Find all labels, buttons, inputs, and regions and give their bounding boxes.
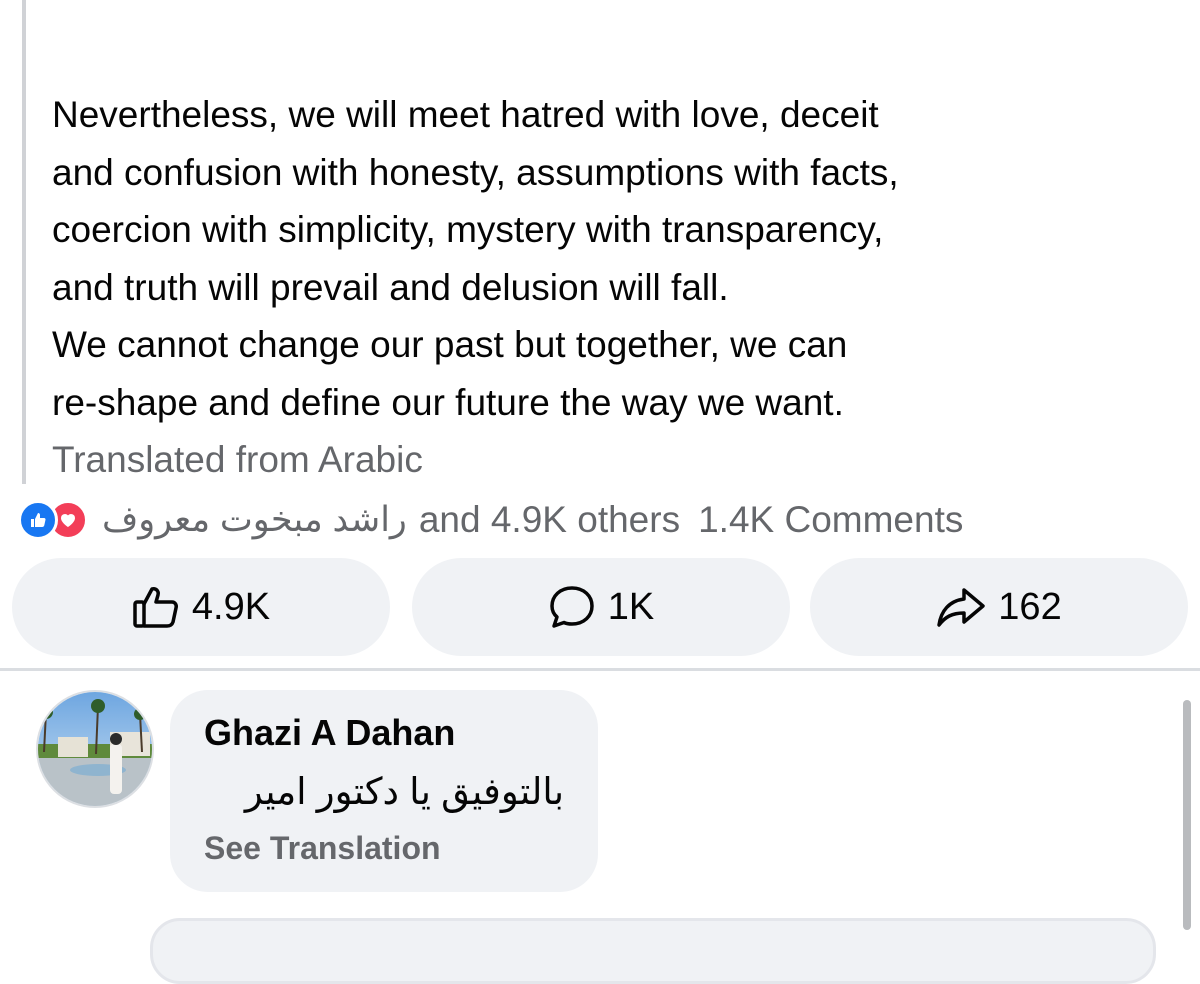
comment-text: بالتوفيق يا دكتور امير [244,771,564,812]
action-bar: 4.9K 1K 162 [12,558,1190,656]
see-translation-link[interactable]: See Translation [204,830,441,867]
comment-bubble-icon [548,584,596,630]
share-count: 162 [998,585,1062,628]
comment-bubble: Ghazi A Dahan بالتوفيق يا دكتور امير See… [170,690,598,892]
quote-left-border [22,0,26,484]
reaction-count: and 4.9K others [418,499,681,540]
share-arrow-icon [936,586,986,628]
share-button[interactable]: 162 [810,558,1188,656]
comment-count: 1K [607,585,655,628]
post-line: We cannot change our past but together, … [52,324,848,365]
reactor-names: راشد مبخوت معروف [102,500,407,539]
post-line: coercion with simplicity, mystery with t… [52,209,884,250]
post-line: and truth will prevail and delusion will… [52,266,729,308]
post-line: and confusion with honesty, assumptions … [52,151,899,193]
post-text-fragment: · · [52,0,87,8]
comments-count[interactable]: 1.4K Comments [698,499,963,541]
scrollbar[interactable] [1183,700,1191,930]
reactions-summary[interactable]: راشد مبخوت معروف and 4.9K others 1.4K Co… [18,494,1168,546]
post-line: Nevertheless, we will meet hatred with l… [52,94,879,135]
post-line: re-shape and define our future the way w… [52,381,844,423]
section-divider [0,668,1200,671]
next-comment-bubble [150,918,1156,984]
reaction-icons [18,500,88,540]
thumbs-up-icon [132,584,180,630]
like-icon [18,500,58,540]
avatar[interactable] [36,690,154,808]
like-count: 4.9K [191,585,271,628]
comment-button[interactable]: 1K [412,558,790,656]
translated-from-label[interactable]: Translated from Arabic [52,431,1182,489]
post-text: Nevertheless, we will meet hatred with l… [52,86,1182,489]
like-button[interactable]: 4.9K [12,558,390,656]
comment-author-name[interactable]: Ghazi A Dahan [204,712,455,754]
